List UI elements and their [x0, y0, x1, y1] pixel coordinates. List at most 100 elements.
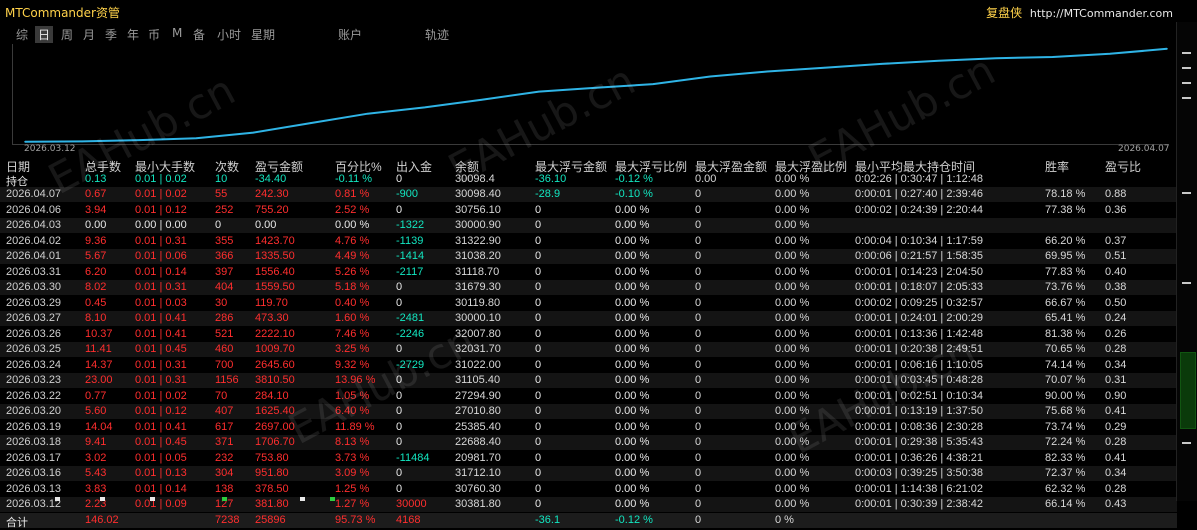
cell-lots: 6.20: [85, 265, 107, 278]
cell-bal: 30119.80: [455, 296, 501, 309]
table-row[interactable]: 2026.03.16 5.43 0.01 | 0.13 304 951.80 3.09 %…: [0, 466, 1177, 481]
tab-4[interactable]: 季: [105, 26, 117, 43]
tab-0[interactable]: 综: [16, 26, 28, 43]
brand-link[interactable]: http://MTCommander.com: [1030, 7, 1173, 20]
cell-bal: 31105.40: [455, 374, 501, 386]
tab-11[interactable]: 账户: [338, 26, 362, 43]
table-row[interactable]: 2026.04.07 0.67 0.01 | 0.02 55 242.30 0.81 % -…: [0, 187, 1177, 202]
tab-1[interactable]: 日: [35, 26, 54, 43]
cell-bal: 27294.90: [455, 389, 501, 402]
brand-name: 复盘侠: [986, 6, 1023, 20]
cell-mflp: 0.00 %: [615, 250, 650, 262]
cell-mfpp: 0.00 %: [775, 343, 810, 355]
cell-mfp: 0: [695, 420, 702, 433]
table-row[interactable]: 2026.03.23 23.00 0.01 | 0.31 1156 3810.50 13.…: [0, 373, 1177, 388]
vertical-scrollbar[interactable]: [1176, 22, 1197, 501]
table-row[interactable]: 2026.03.25 11.41 0.01 | 0.45 460 1009.70 3.25…: [0, 342, 1177, 357]
cell-date: 2026.03.22: [6, 389, 62, 402]
cell-io: -1322: [396, 219, 425, 231]
cell-lots: 10.37: [85, 327, 113, 340]
tab-3[interactable]: 月: [83, 26, 95, 43]
table-row[interactable]: 2026.03.31 6.20 0.01 | 0.14 397 1556.40 5.26 …: [0, 265, 1177, 280]
cell-time: 0:00:01 | 0:13:36 | 1:42:48: [855, 327, 984, 340]
tab-2[interactable]: 周: [61, 26, 73, 43]
scrollbar-thumb[interactable]: [1180, 352, 1196, 429]
table-row[interactable]: 2026.03.18 9.41 0.01 | 0.45 371 1706.70 8.13 …: [0, 435, 1177, 450]
cell-win: 65.41 %: [1045, 312, 1086, 324]
cell-io: 0: [396, 420, 403, 433]
balance-point-2026.04.03: [1052, 56, 1054, 58]
cell-lots: 0.67: [85, 188, 107, 200]
cell-mflp: 0.00 %: [615, 327, 650, 340]
cell-pl: 1625.40: [255, 405, 295, 417]
cell-count: 286: [215, 312, 234, 324]
balance-point-2026.03.19: [309, 122, 312, 124]
table-row[interactable]: 2026.03.29 0.45 0.01 | 0.03 30 119.70 0.40 % 0…: [0, 296, 1177, 311]
cell-time: 0:00:01 | 0:24:01 | 2:00:29: [855, 312, 984, 324]
cell-pl: 3810.50: [255, 374, 295, 386]
cell-mfl: -36.1: [535, 513, 561, 526]
cell-date: 2026.03.31: [6, 265, 62, 278]
table-row[interactable]: 2026.04.02 9.36 0.01 | 0.31 355 1423.70 4.76 …: [0, 234, 1177, 249]
cell-bal: 27010.80: [455, 405, 501, 417]
table-row[interactable]: 2026.04.01 5.67 0.01 | 0.06 366 1335.50 4.49 …: [0, 249, 1177, 264]
cell-pct: 4.76 %: [335, 234, 370, 247]
table-row[interactable]: 2026.03.13 3.83 0.01 | 0.14 138 378.50 1.25 %…: [0, 482, 1177, 497]
tab-6[interactable]: 币: [148, 26, 160, 43]
cell-time: 0:00:03 | 0:39:25 | 3:50:38: [855, 467, 984, 479]
cell-date: 2026.03.19: [6, 420, 62, 433]
x-axis-start-label: 2026.03.12: [24, 144, 76, 154]
cell-win: 70.07 %: [1045, 374, 1086, 386]
cell-ratio: 0.90: [1105, 389, 1127, 402]
cell-mflp: 0.00 %: [615, 405, 650, 417]
cell-pl: 1706.70: [255, 436, 295, 448]
cell-win: 72.24 %: [1045, 436, 1086, 448]
cell-win: 70.65 %: [1045, 343, 1086, 355]
tab-12[interactable]: 轨迹: [425, 26, 449, 43]
cell-minmax: 0.01 | 0.31: [135, 374, 187, 386]
cell-pct: 0.81 %: [335, 188, 370, 200]
cell-date: 2026.03.13: [6, 482, 62, 495]
table-row[interactable]: 2026.03.20 5.60 0.01 | 0.12 407 1625.40 6.40 …: [0, 404, 1177, 419]
cell-io: -2481: [396, 312, 425, 324]
cell-mflp: 0.00 %: [615, 358, 650, 371]
cell-io: 0: [396, 389, 403, 402]
cell-mfp: 0: [695, 436, 702, 448]
table-row[interactable]: 2026.03.27 8.10 0.01 | 0.41 286 473.30 1.60 %…: [0, 311, 1177, 326]
cell-count: 355: [215, 234, 234, 247]
balance-point-2026.03.13: [81, 140, 83, 143]
cell-pct: 3.09 %: [335, 467, 370, 479]
table-row[interactable]: 2026.03.30 8.02 0.01 | 0.31 404 1559.50 5.18 …: [0, 280, 1177, 295]
cell-pct: 13.96 %: [335, 374, 376, 386]
table-row[interactable]: 2026.03.26 10.37 0.01 | 0.41 521 2222.10 7.46…: [0, 327, 1177, 342]
table-row[interactable]: 2026.03.24 14.37 0.01 | 0.31 700 2645.60 9.32…: [0, 358, 1177, 373]
cell-pl: 2222.10: [255, 327, 295, 340]
cell-time: 0:00:01 | 0:36:26 | 4:38:21: [855, 451, 984, 464]
table-row[interactable]: 2026.04.06 3.94 0.01 | 0.12 252 755.20 2.52 %…: [0, 203, 1177, 218]
cell-mflp: 0.00 %: [615, 389, 650, 402]
tab-7[interactable]: M: [172, 26, 182, 40]
tab-10[interactable]: 星期: [251, 26, 275, 43]
cell-mfp: 0: [695, 234, 702, 247]
cell-win: 62.32 %: [1045, 482, 1086, 495]
cell-mfl: 0: [535, 219, 542, 231]
cell-mflp: 0.00 %: [615, 219, 650, 231]
tab-8[interactable]: 备: [193, 26, 205, 43]
table-row[interactable]: 2026.04.03 0.00 0.00 | 0.00 0 0.00 0.00 % -132…: [0, 218, 1177, 233]
cell-mfl: 0: [535, 389, 542, 402]
tab-5[interactable]: 年: [127, 26, 139, 43]
table-row[interactable]: 2026.03.19 14.04 0.01 | 0.41 617 2697.00 11.8…: [0, 420, 1177, 435]
cell-minmax: 0.01 | 0.41: [135, 420, 187, 433]
cell-win: 77.83 %: [1045, 265, 1086, 278]
cell-bal: 31712.10: [455, 467, 501, 479]
cell-io: 0: [396, 296, 403, 309]
table-row[interactable]: 2026.03.17 3.02 0.01 | 0.05 232 753.80 3.73 %…: [0, 451, 1177, 466]
tab-9[interactable]: 小时: [217, 26, 241, 43]
cell-time: 0:00:01 | 0:08:36 | 2:30:28: [855, 420, 984, 433]
cell-pl: 1335.50: [255, 250, 295, 262]
cell-ratio: 0.51: [1105, 250, 1127, 262]
cell-mflp: 0.00 %: [615, 436, 650, 448]
table-row[interactable]: 2026.03.22 0.77 0.01 | 0.02 70 284.10 1.05 % 0…: [0, 389, 1177, 404]
cell-mfpp: 0.00 %: [775, 296, 810, 309]
cell-pl: 753.80: [255, 451, 289, 464]
